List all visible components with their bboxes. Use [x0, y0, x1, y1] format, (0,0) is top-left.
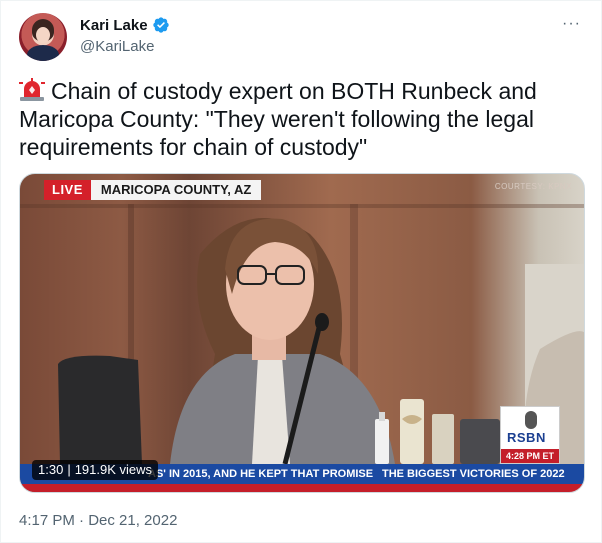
rotating-light-emoji-icon	[19, 78, 45, 101]
avatar-body	[27, 45, 59, 61]
ticker-bar	[20, 484, 584, 492]
location-label: MARICOPA COUNTY, AZ	[90, 180, 262, 200]
tweet-card[interactable]: Kari Lake @KariLake ··· Chain of custody…	[0, 0, 602, 543]
video-views: 191.9K views	[74, 462, 153, 477]
network-logo: RSBN 4:28 PM ET	[500, 406, 560, 464]
author-display-name[interactable]: Kari Lake	[80, 17, 148, 34]
tweet-body: Chain of custody expert on BOTH Runbeck …	[19, 78, 537, 160]
duration-separator: |	[67, 462, 71, 477]
network-clock: 4:28 PM ET	[501, 449, 559, 463]
author-name-row[interactable]: Kari Lake	[80, 16, 170, 34]
courtesy-label: COURTESY: KPNX	[494, 182, 572, 191]
tweet-timestamp[interactable]: 4:17 PM · Dec 21, 2022	[19, 512, 177, 529]
live-badge: LIVE	[44, 180, 91, 200]
more-options-icon[interactable]: ···	[562, 15, 581, 33]
network-logo-text: RSBN	[507, 430, 546, 445]
microphone-icon	[525, 411, 537, 429]
verified-badge-icon	[152, 17, 169, 33]
video-duration: 1:30	[38, 462, 64, 477]
live-banner: LIVE MARICOPA COUNTY, AZ	[44, 180, 262, 200]
video-player[interactable]: LIVE MARICOPA COUNTY, AZ COURTESY: KPNX …	[19, 173, 585, 493]
tweet-text: Chain of custody expert on BOTH Runbeck …	[19, 77, 579, 161]
avatar[interactable]	[19, 13, 67, 61]
ticker-text-2: THE BIGGEST VICTORIES OF 2022	[382, 468, 565, 480]
video-duration-badge: 1:30 | 191.9K views	[32, 460, 159, 480]
avatar-face	[36, 27, 50, 43]
author-handle[interactable]: @KariLake	[80, 38, 154, 55]
ticker-text-1: AS' IN 2015, AND HE KEPT THAT PROMISE	[148, 468, 374, 480]
